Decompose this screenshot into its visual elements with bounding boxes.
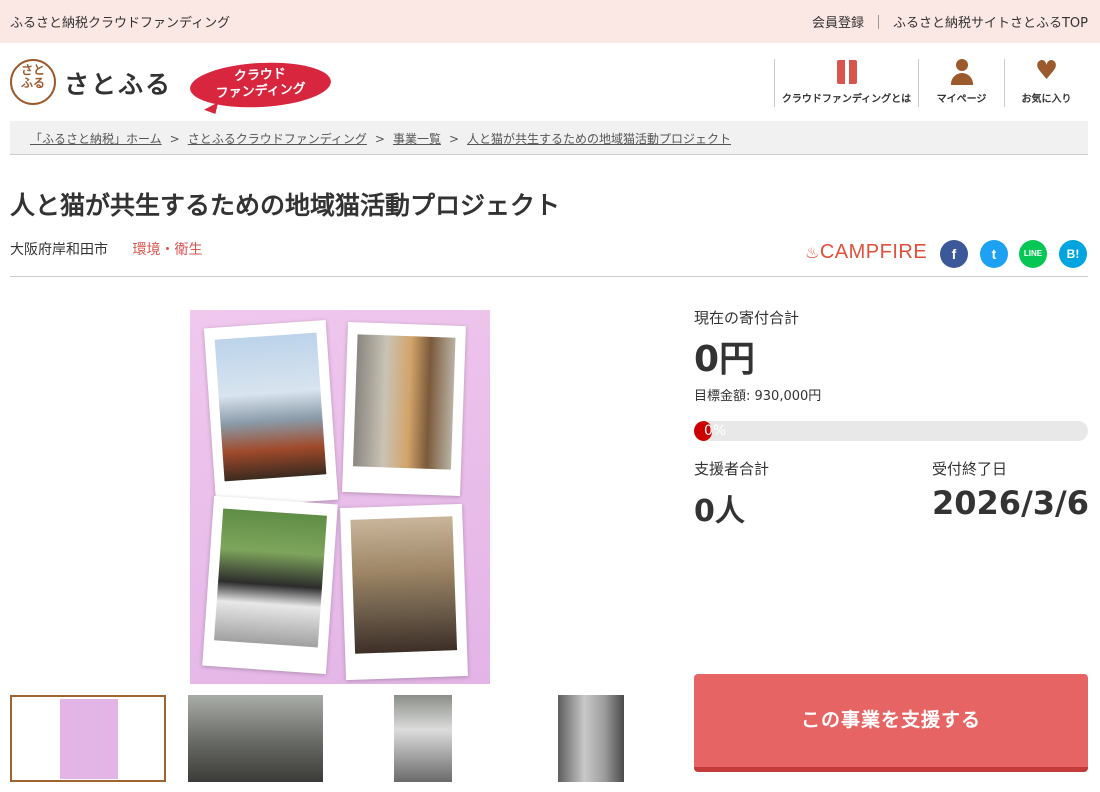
nav-favorites-label: お気に入り	[1021, 94, 1072, 105]
deadline-label: 受付終了日	[932, 460, 1008, 478]
breadcrumb-crowdfunding[interactable]: さとふるクラウドファンディング	[188, 132, 367, 146]
top-bar: ふるさと納税クラウドファンディング 会員登録 ふるさと納税サイトさとふるTOP	[0, 0, 1100, 43]
breadcrumb-separator: >	[374, 132, 385, 146]
top-links: 会員登録 ふるさと納税サイトさとふるTOP	[812, 12, 1088, 31]
total-donation-value: 0円	[694, 339, 756, 380]
book-icon	[836, 60, 857, 84]
breadcrumb-home[interactable]: 「ふるさと納税」ホーム	[30, 132, 162, 146]
support-project-button[interactable]: この事業を支援する	[694, 674, 1088, 772]
thumbnail-collage	[60, 699, 118, 779]
crowdfunding-badge[interactable]: クラウド ファンディング	[188, 59, 333, 111]
photo-tabby-cat	[340, 503, 468, 681]
breadcrumb-separator: >	[448, 132, 460, 146]
breadcrumb-current[interactable]: 人と猫が共生するための地域猫活動プロジェクト	[467, 132, 731, 146]
breadcrumb-separator: >	[169, 132, 180, 146]
satofull-logo-icon[interactable]: さと ふる	[10, 59, 56, 105]
campfire-logo[interactable]: ♨CAMPFIRE	[805, 241, 927, 264]
thumbnail-1-selected[interactable]	[10, 695, 166, 782]
nav-about-label: クラウドファンディングとは	[781, 94, 912, 105]
divider	[10, 276, 1088, 277]
thumbnail-4[interactable]	[558, 695, 624, 782]
nav-mypage[interactable]: マイページ	[918, 59, 1004, 107]
twitter-share-icon[interactable]: t	[980, 240, 1008, 268]
supporters-label: 支援者合計	[694, 460, 770, 478]
project-category[interactable]: 環境・衛生	[132, 242, 202, 258]
photo-castle	[203, 319, 339, 509]
site-header: さと ふる さとふる クラウド ファンディング クラウドファンディングとは マイペ…	[0, 43, 1100, 121]
user-icon	[949, 59, 975, 85]
total-donation-label: 現在の寄付合計	[694, 309, 800, 327]
project-city: 大阪府岸和田市	[10, 242, 108, 258]
deadline-value: 2026/3/6	[932, 484, 1089, 522]
campfire-label: CAMPFIRE	[819, 241, 928, 263]
facebook-share-icon[interactable]: f	[940, 240, 968, 268]
nav-favorites[interactable]: ♥ お気に入り	[1004, 56, 1088, 107]
satofull-top-link[interactable]: ふるさと納税サイトさとふるTOP	[893, 12, 1088, 31]
thumbnail-2[interactable]	[188, 695, 323, 782]
logo-text[interactable]: さとふる	[64, 65, 172, 101]
breadcrumb-project-list[interactable]: 事業一覧	[393, 132, 441, 146]
target-amount: 目標金額: 930,000円	[694, 389, 822, 404]
nav-about-crowdfunding[interactable]: クラウドファンディングとは	[774, 59, 918, 107]
campfire-flame-icon: ♨	[805, 245, 820, 262]
progress-percent: 0%	[704, 423, 727, 439]
photo-black-white-cat	[202, 495, 338, 675]
page-title: 人と猫が共生するための地域猫活動プロジェクト	[10, 191, 561, 220]
heart-icon: ♥	[1034, 56, 1059, 86]
project-main-image[interactable]	[190, 310, 490, 684]
hatena-bookmark-icon[interactable]: B!	[1059, 240, 1087, 268]
progress-bar: 0%	[694, 421, 1088, 441]
breadcrumb: 「ふるさと納税」ホーム > さとふるクラウドファンディング > 事業一覧 > 人と猫が共生す…	[10, 121, 1088, 155]
nav-mypage-label: マイページ	[936, 94, 987, 105]
line-share-icon[interactable]: LINE	[1019, 240, 1047, 268]
separator	[877, 14, 879, 29]
project-meta: 大阪府岸和田市 環境・衛生	[10, 239, 202, 259]
site-name: ふるさと納税クラウドファンディング	[10, 16, 231, 31]
register-link[interactable]: 会員登録	[812, 12, 864, 31]
photo-calico-cat	[342, 321, 466, 497]
supporters-value: 0人	[694, 494, 745, 529]
thumbnail-3[interactable]	[394, 695, 452, 782]
